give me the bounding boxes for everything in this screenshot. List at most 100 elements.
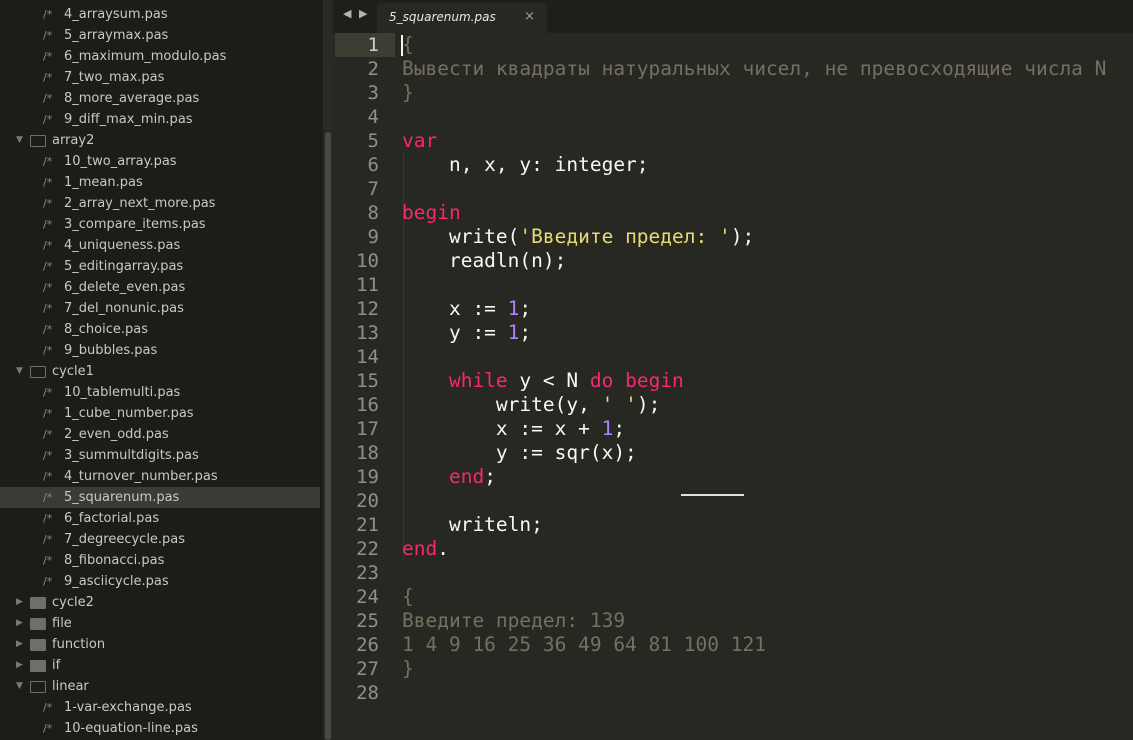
sidebar-file-item[interactable]: /* 6_factorial.pas bbox=[0, 508, 320, 529]
folder-name: cycle2 bbox=[52, 595, 94, 610]
code-line[interactable]: Вывести квадраты натуральных чисел, не п… bbox=[402, 57, 1106, 81]
file-name: 5_editingarray.pas bbox=[64, 259, 184, 274]
code-line[interactable]: } bbox=[402, 657, 414, 681]
sidebar-file-item[interactable]: /* 4_turnover_number.pas bbox=[0, 466, 320, 487]
file-name: 6_factorial.pas bbox=[64, 511, 160, 526]
file-icon: /* bbox=[43, 722, 53, 735]
code-token: { bbox=[402, 33, 414, 56]
sidebar-file-item[interactable]: /* 8_more_average.pas bbox=[0, 88, 320, 109]
sidebar-file-item[interactable]: /* 6_delete_even.pas bbox=[0, 277, 320, 298]
code-line[interactable]: 1 4 9 16 25 36 49 64 81 100 121 bbox=[402, 633, 766, 657]
code-line[interactable]: begin bbox=[402, 201, 461, 225]
sidebar-file-item[interactable]: /* 5_arraymax.pas bbox=[0, 25, 320, 46]
code-token: ); bbox=[636, 393, 661, 416]
folder-icon bbox=[30, 660, 46, 672]
code-line[interactable]: Введите предел: 139 bbox=[402, 609, 625, 633]
sidebar-file-item[interactable]: /* 7_del_nonunic.pas bbox=[0, 298, 320, 319]
sidebar-file-item[interactable]: /* 9_diff_max_min.pas bbox=[0, 109, 320, 130]
file-icon: /* bbox=[43, 386, 53, 399]
chevron-down-icon[interactable]: ▼ bbox=[16, 130, 23, 151]
sidebar-folder-item[interactable]: ▶ function bbox=[0, 634, 320, 655]
file-icon: /* bbox=[43, 344, 53, 357]
chevron-down-icon[interactable]: ▼ bbox=[16, 361, 23, 382]
file-icon: /* bbox=[43, 554, 53, 567]
file-icon: /* bbox=[43, 281, 53, 294]
line-number: 11 bbox=[356, 274, 379, 296]
sidebar-file-item[interactable]: /* 6_maximum_modulo.pas bbox=[0, 46, 320, 67]
sidebar-file-item[interactable]: /* 3_compare_items.pas bbox=[0, 214, 320, 235]
sidebar-folder-item[interactable]: ▼ cycle1 bbox=[0, 361, 320, 382]
code-line[interactable]: while y < N do begin bbox=[402, 369, 684, 393]
line-number: 22 bbox=[356, 538, 379, 560]
sidebar-folder-item[interactable]: ▶ file bbox=[0, 613, 320, 634]
sidebar-file-item[interactable]: /* 1_cube_number.pas bbox=[0, 403, 320, 424]
code-token: y := bbox=[402, 321, 508, 344]
sidebar-file-item[interactable]: /* 1-var-exchange.pas bbox=[0, 697, 320, 718]
chevron-right-icon[interactable]: ▶ bbox=[16, 655, 23, 676]
code-token: n, x, y: integer; bbox=[402, 153, 649, 176]
sidebar-file-item[interactable]: /* 10_two_array.pas bbox=[0, 151, 320, 172]
tab-5-squarenum[interactable]: 5_squarenum.pas × bbox=[377, 3, 547, 33]
file-name: 6_delete_even.pas bbox=[64, 280, 186, 295]
code-token: x := bbox=[402, 297, 508, 320]
line-number: 3 bbox=[367, 82, 379, 104]
code-line[interactable]: } bbox=[402, 81, 414, 105]
code-line[interactable]: { bbox=[402, 585, 414, 609]
sidebar-file-item[interactable]: /* 8_fibonacci.pas bbox=[0, 550, 320, 571]
sidebar-file-item[interactable]: /* 10_tablemulti.pas bbox=[0, 382, 320, 403]
code-line[interactable]: readln(n); bbox=[402, 249, 566, 273]
chevron-right-icon[interactable]: ▶ bbox=[16, 613, 23, 634]
line-number: 28 bbox=[356, 682, 379, 704]
sidebar-file-item[interactable]: /* 1_mean.pas bbox=[0, 172, 320, 193]
code-token: { bbox=[402, 585, 414, 608]
sidebar-folder-item[interactable]: ▶ cycle2 bbox=[0, 592, 320, 613]
sidebar-folder-item[interactable]: ▶ if bbox=[0, 655, 320, 676]
chevron-down-icon[interactable]: ▼ bbox=[16, 676, 23, 697]
file-icon: /* bbox=[43, 71, 53, 84]
sidebar-file-item[interactable]: /* 7_degreecycle.pas bbox=[0, 529, 320, 550]
sidebar-file-item[interactable]: /* 3_summultdigits.pas bbox=[0, 445, 320, 466]
line-number: 16 bbox=[356, 394, 379, 416]
sidebar-file-item[interactable]: /* 4_uniqueness.pas bbox=[0, 235, 320, 256]
sidebar-folder-item[interactable]: ▼ array2 bbox=[0, 130, 320, 151]
line-number: 13 bbox=[356, 322, 379, 344]
code-line[interactable]: n, x, y: integer; bbox=[402, 153, 649, 177]
sidebar-file-item[interactable]: /* 2_array_next_more.pas bbox=[0, 193, 320, 214]
file-name: 3_summultdigits.pas bbox=[64, 448, 199, 463]
code-token: while bbox=[448, 369, 508, 392]
code-line[interactable]: y := 1; bbox=[402, 321, 531, 345]
sidebar-file-item[interactable]: /* 2_even_odd.pas bbox=[0, 424, 320, 445]
file-icon: /* bbox=[43, 113, 53, 126]
line-number: 8 bbox=[367, 202, 379, 224]
sidebar-file-item[interactable]: /* 8_choice.pas bbox=[0, 319, 320, 340]
code-line[interactable]: end; bbox=[402, 465, 496, 489]
chevron-right-icon[interactable]: ▶ bbox=[16, 592, 23, 613]
sidebar-file-item[interactable]: /* 9_bubbles.pas bbox=[0, 340, 320, 361]
code-line[interactable]: writeln; bbox=[402, 513, 543, 537]
code-line[interactable]: write('Введите предел: '); bbox=[402, 225, 754, 249]
code-line[interactable]: x := 1; bbox=[402, 297, 531, 321]
line-number: 17 bbox=[356, 418, 379, 440]
file-name: 5_squarenum.pas bbox=[64, 490, 180, 505]
sidebar-file-item[interactable]: /* 7_two_max.pas bbox=[0, 67, 320, 88]
folder-icon bbox=[30, 135, 46, 147]
sidebar-file-item[interactable]: /* 4_arraysum.pas bbox=[0, 4, 320, 25]
sidebar-file-item[interactable]: /* 10-equation-line.pas bbox=[0, 718, 320, 739]
file-icon: /* bbox=[43, 701, 53, 714]
sidebar-scrollbar-thumb[interactable] bbox=[325, 132, 331, 740]
code-line[interactable]: y := sqr(x); bbox=[402, 441, 637, 465]
sidebar-file-item[interactable]: /* 5_editingarray.pas bbox=[0, 256, 320, 277]
code-line[interactable]: { bbox=[402, 33, 414, 57]
code-line[interactable]: x := x + 1; bbox=[402, 417, 625, 441]
code-line[interactable]: write(y, ' '); bbox=[402, 393, 660, 417]
code-line[interactable]: end. bbox=[402, 537, 449, 561]
sidebar-file-item[interactable]: /* 5_squarenum.pas bbox=[0, 487, 320, 508]
chevron-right-icon[interactable]: ▶ bbox=[16, 634, 23, 655]
line-number: 23 bbox=[356, 562, 379, 584]
sidebar-file-item[interactable]: /* 9_asciicycle.pas bbox=[0, 571, 320, 592]
code-token: end bbox=[402, 537, 438, 560]
close-icon[interactable]: × bbox=[524, 9, 535, 24]
tab-nav-arrows-icon[interactable]: ◀ ▶ bbox=[343, 7, 369, 20]
code-line[interactable]: var bbox=[402, 129, 437, 153]
sidebar-folder-item[interactable]: ▼ linear bbox=[0, 676, 320, 697]
